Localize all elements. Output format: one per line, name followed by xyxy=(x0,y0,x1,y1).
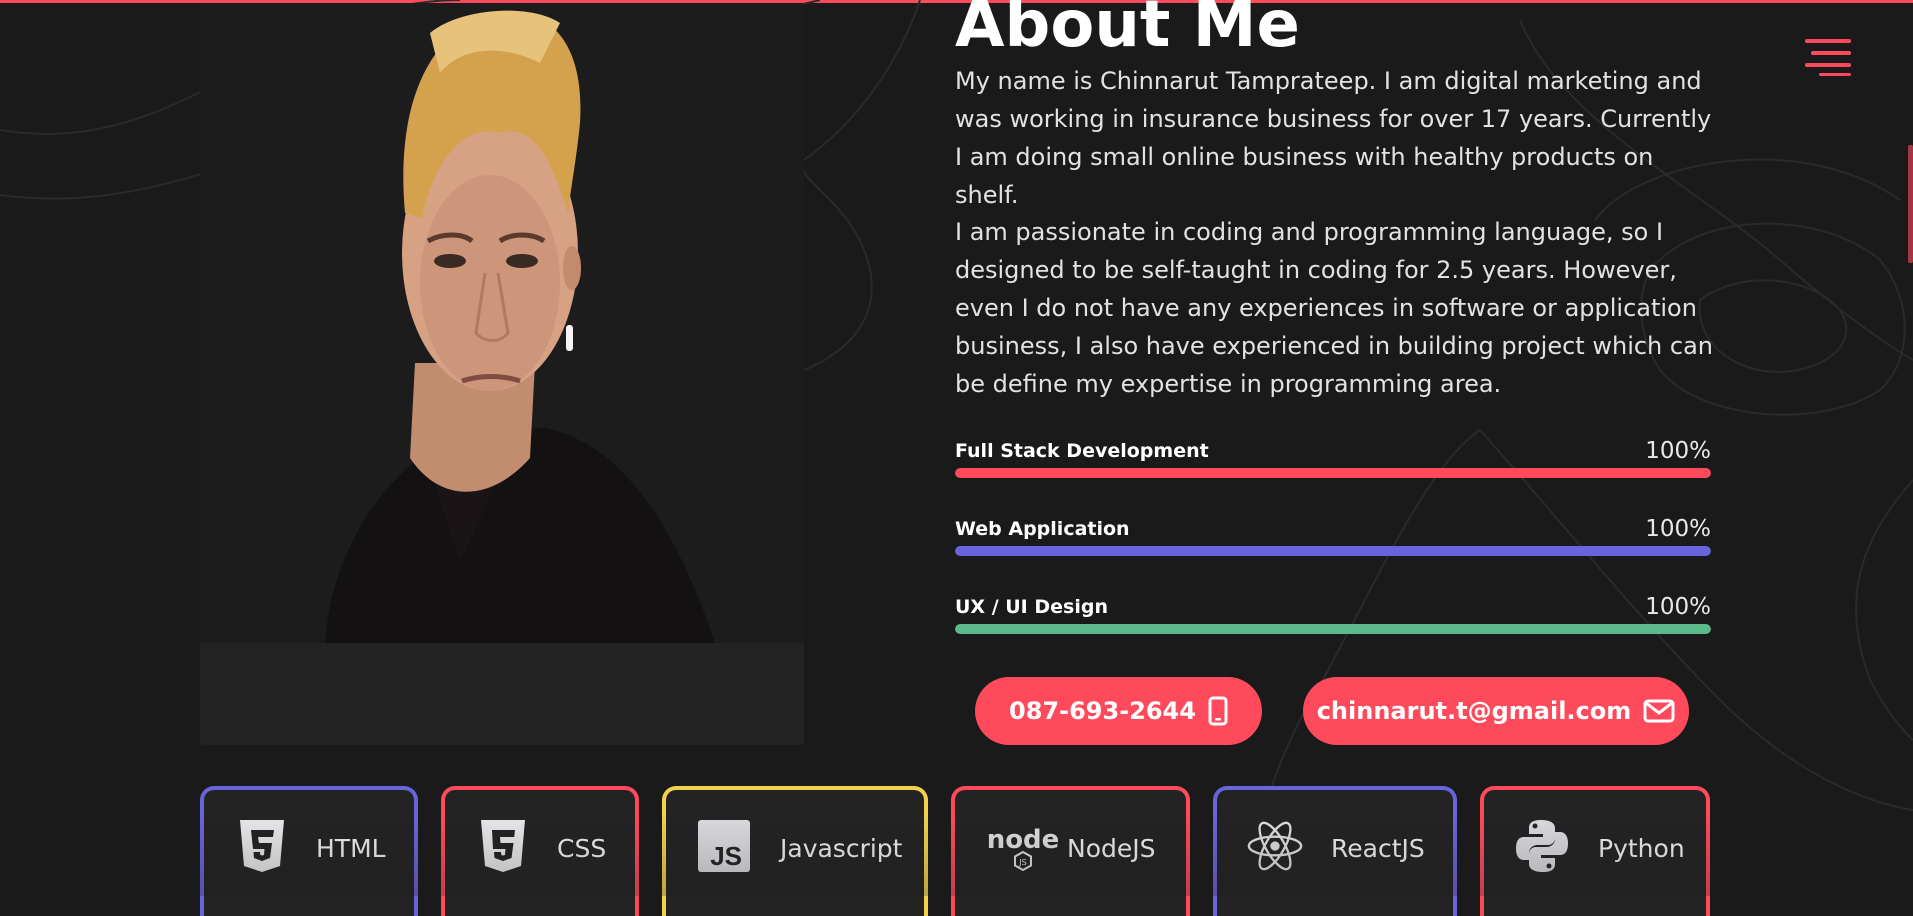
mobile-phone-icon xyxy=(1208,696,1228,726)
tech-label: NodeJS xyxy=(1067,834,1156,863)
svg-text:JS: JS xyxy=(710,841,742,871)
tech-card-nodejs[interactable]: node JS NodeJS xyxy=(951,786,1190,916)
js-icon: JS xyxy=(698,820,750,872)
css3-icon xyxy=(481,820,525,872)
email-address: chinnarut.t@gmail.com xyxy=(1316,697,1632,725)
tech-label: CSS xyxy=(557,834,607,863)
about-paragraph-1: My name is Chinnarut Tamprateep. I am di… xyxy=(955,67,1712,209)
tech-label: Javascript xyxy=(780,834,903,863)
react-icon xyxy=(1247,821,1303,871)
svg-text:node: node xyxy=(987,825,1060,855)
tech-label: HTML xyxy=(316,834,386,863)
tech-card-python[interactable]: Python xyxy=(1480,786,1710,916)
email-button[interactable]: chinnarut.t@gmail.com xyxy=(1303,677,1689,745)
envelope-icon xyxy=(1643,699,1675,723)
skill-bar-fill xyxy=(955,624,1711,634)
hamburger-menu-icon[interactable] xyxy=(1805,37,1851,76)
skill-bar-track xyxy=(955,624,1711,634)
skill-percent: 100% xyxy=(1645,516,1711,542)
skill-bar-fill xyxy=(955,546,1711,556)
skill-name: Full Stack Development xyxy=(955,440,1209,462)
html5-icon xyxy=(240,820,284,872)
page-title: About Me xyxy=(955,0,1300,62)
skill-web-application: Web Application 100% xyxy=(955,516,1711,558)
profile-photo xyxy=(200,3,804,745)
python-icon xyxy=(1516,820,1568,872)
tech-label: Python xyxy=(1598,834,1685,863)
tech-label: ReactJS xyxy=(1331,834,1425,863)
about-paragraph-2: I am passionate in coding and programmin… xyxy=(955,218,1714,398)
skill-bar-track xyxy=(955,546,1711,556)
skill-bar-track xyxy=(955,468,1711,478)
tech-card-css[interactable]: CSS xyxy=(441,786,639,916)
phone-button[interactable]: 087-693-2644 xyxy=(975,677,1262,745)
skill-name: Web Application xyxy=(955,518,1130,540)
skill-name: UX / UI Design xyxy=(955,596,1108,618)
skill-percent: 100% xyxy=(1645,594,1711,620)
tech-card-reactjs[interactable]: ReactJS xyxy=(1213,786,1457,916)
profile-photo-card xyxy=(200,3,804,745)
skill-bar-fill xyxy=(955,468,1711,478)
skill-full-stack: Full Stack Development 100% xyxy=(955,438,1711,480)
skill-ux-ui-design: UX / UI Design 100% xyxy=(955,594,1711,636)
svg-text:JS: JS xyxy=(1018,858,1026,867)
tech-card-javascript[interactable]: JS Javascript xyxy=(662,786,928,916)
phone-number: 087-693-2644 xyxy=(1009,697,1196,725)
skill-percent: 100% xyxy=(1645,438,1711,464)
tech-card-html[interactable]: HTML xyxy=(200,786,418,916)
nodejs-icon: node JS xyxy=(987,825,1060,872)
